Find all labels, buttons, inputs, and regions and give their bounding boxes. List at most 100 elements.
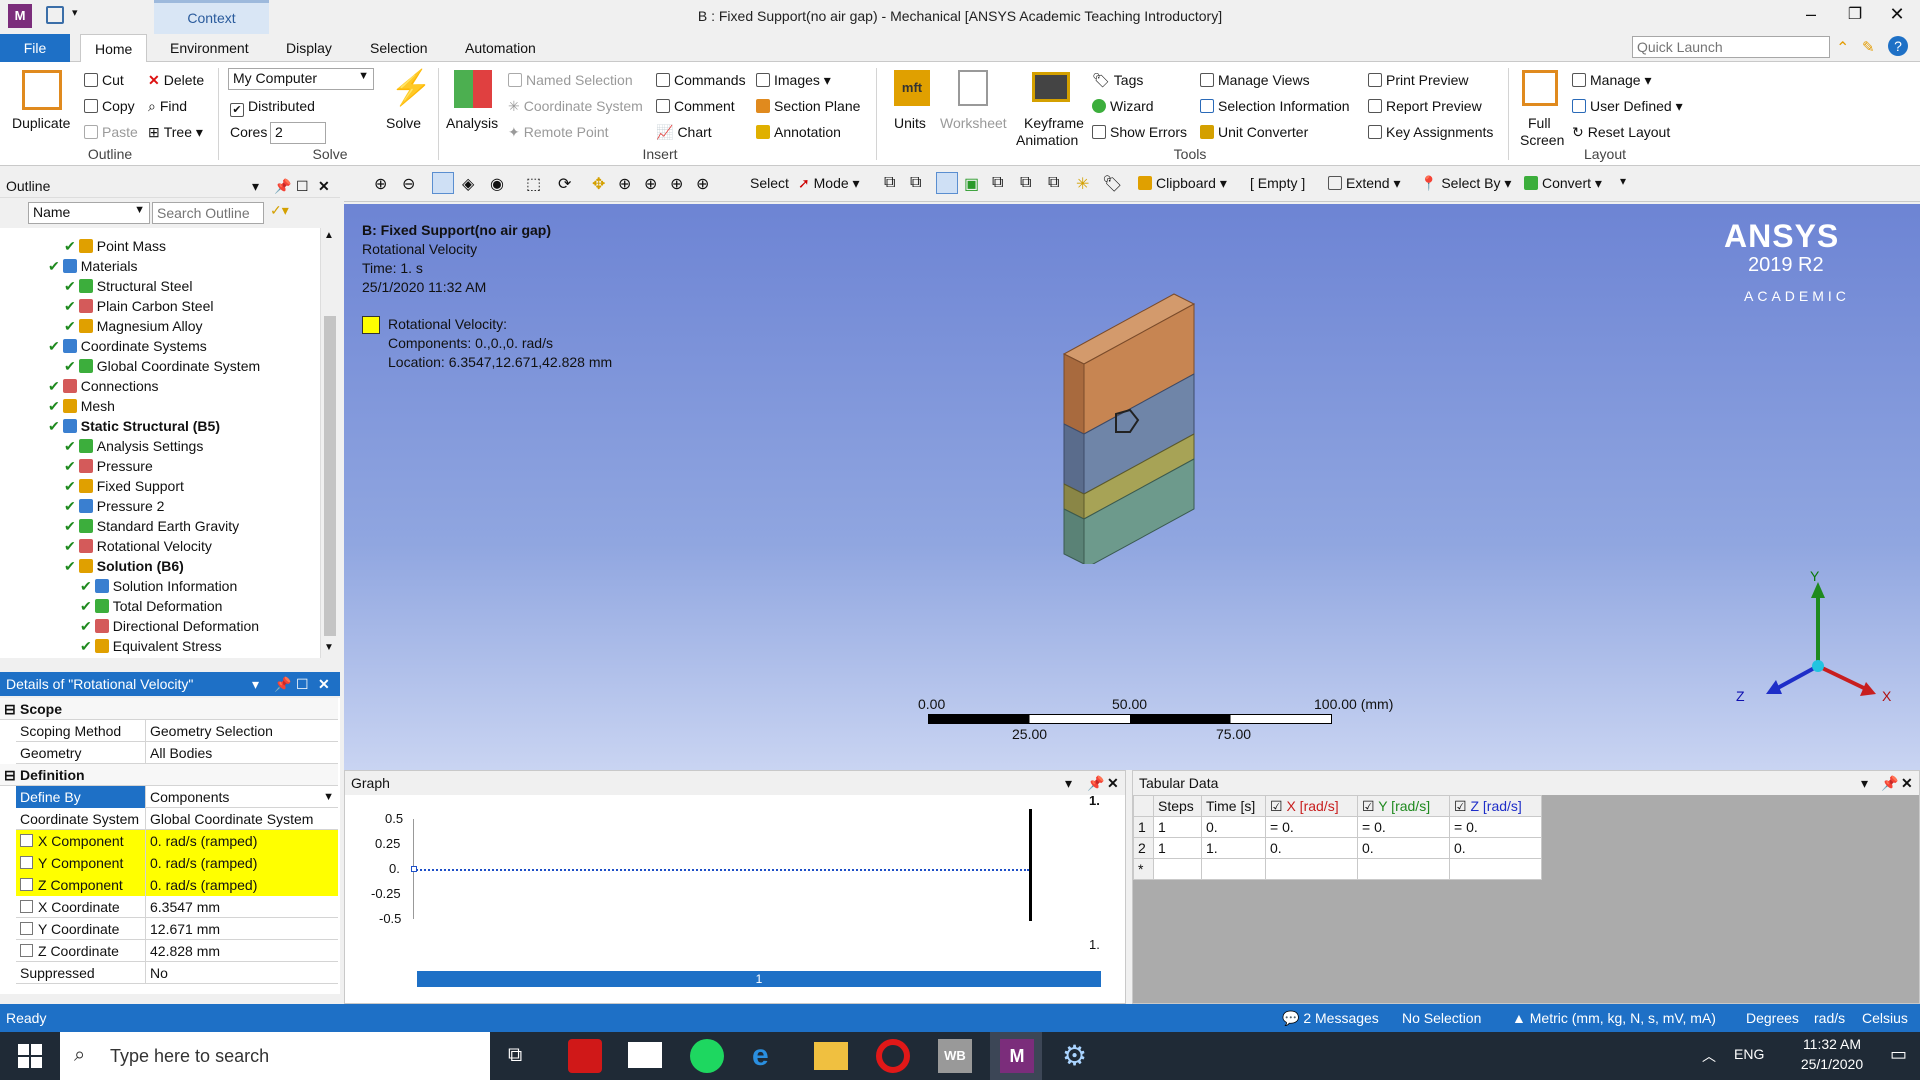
minimize-button[interactable]: –: [1796, 4, 1826, 30]
label-icon[interactable]: 🏷: [1102, 174, 1122, 194]
section-plane-button[interactable]: Section Plane: [756, 98, 860, 114]
restore-button[interactable]: ❐: [1840, 4, 1870, 30]
print-preview-button[interactable]: Print Preview: [1368, 72, 1468, 88]
details-row[interactable]: Coordinate System Global Coordinate Syste…: [16, 808, 338, 830]
key-assignments-button[interactable]: Key Assignments: [1368, 124, 1493, 140]
app-red-icon[interactable]: [568, 1039, 602, 1073]
checkbox-checked-icon[interactable]: ☑: [1270, 798, 1283, 814]
table-cell[interactable]: 1: [1153, 816, 1202, 838]
parameter-checkbox[interactable]: [20, 900, 33, 913]
define-by-select[interactable]: Components ▼: [146, 786, 338, 808]
notification-icon[interactable]: ▭: [1890, 1044, 1907, 1065]
details-row[interactable]: Scoping Method Geometry Selection: [16, 720, 338, 742]
dropdown-icon[interactable]: ▾: [1861, 771, 1868, 795]
column-header[interactable]: ☑ Z [rad/s]: [1449, 795, 1542, 817]
collapse-icon[interactable]: ⊟: [4, 764, 16, 786]
file-explorer-icon[interactable]: [814, 1042, 848, 1070]
app-icon[interactable]: M: [8, 4, 32, 28]
table-cell[interactable]: = 0.: [1265, 816, 1358, 838]
tree-item[interactable]: ✔ Total Deformation: [80, 596, 222, 616]
tags-button[interactable]: 🏷 Tags: [1092, 72, 1143, 89]
search-outline-input[interactable]: [152, 202, 264, 224]
copy-button[interactable]: Copy: [84, 98, 135, 114]
scroll-down-icon[interactable]: ▼: [324, 642, 334, 653]
tree-item[interactable]: ✔ Pressure 2: [64, 496, 164, 516]
details-row-value[interactable]: 12.671 mm: [146, 918, 338, 940]
remote-point-button[interactable]: ✦ Remote Point: [508, 124, 609, 141]
details-row[interactable]: Z Component 0. rad/s (ramped): [16, 874, 338, 896]
tree-item[interactable]: ✔ Directional Deformation: [80, 616, 259, 636]
comment-button[interactable]: Comment: [656, 98, 735, 114]
collapse-icon[interactable]: ⊟: [4, 698, 16, 720]
details-row-value[interactable]: 42.828 mm: [146, 940, 338, 962]
pan-icon[interactable]: ✥: [592, 174, 605, 194]
parameter-checkbox[interactable]: [20, 878, 33, 891]
annotation-button[interactable]: Annotation: [756, 124, 841, 140]
angle-units[interactable]: Degrees: [1746, 1004, 1799, 1032]
parameter-checkbox[interactable]: [20, 834, 33, 847]
details-row[interactable]: Y Component 0. rad/s (ramped): [16, 852, 338, 874]
scope-section[interactable]: ⊟ Scope: [0, 698, 338, 720]
tree-item[interactable]: ✔ Coordinate Systems: [48, 336, 207, 356]
qat-dropdown-icon[interactable]: ▾: [72, 6, 78, 19]
tree-item[interactable]: ✔ Fixed Support: [64, 476, 184, 496]
mechanical-icon[interactable]: M: [1000, 1039, 1034, 1073]
details-row-value[interactable]: 0. rad/s (ramped): [146, 852, 338, 874]
table-row[interactable]: 1 1 0. = 0. = 0. = 0.: [1133, 816, 1542, 838]
close-panel-icon[interactable]: ✕: [1107, 771, 1119, 795]
tab-environment[interactable]: Environment: [156, 34, 263, 62]
animation-label[interactable]: Animation: [1016, 132, 1078, 148]
pin-icon[interactable]: 📌: [1087, 771, 1104, 795]
outline-name-filter[interactable]: Name ▼: [28, 202, 150, 224]
tree-item[interactable]: ✔ Plain Carbon Steel: [64, 296, 213, 316]
select-node-icon[interactable]: ⧉: [992, 174, 1003, 192]
details-row[interactable]: Define By Components ▼: [16, 786, 338, 808]
show-errors-button[interactable]: Show Errors: [1092, 124, 1187, 140]
scroll-up-icon[interactable]: ▲: [324, 230, 334, 241]
graph-data-point[interactable]: [411, 866, 417, 872]
details-row[interactable]: Z Coordinate 42.828 mm: [16, 940, 338, 962]
column-header[interactable]: ☑ X [rad/s]: [1265, 795, 1358, 817]
reset-layout-button[interactable]: ↻ Reset Layout: [1572, 124, 1670, 141]
magnifier-window-icon[interactable]: ⊕: [696, 174, 709, 194]
messages-button[interactable]: 💬 2 Messages: [1282, 1004, 1379, 1032]
tree-item[interactable]: ✔ Static Structural (B5): [48, 416, 220, 436]
table-row[interactable]: 2 1 1. 0. 0. 0.: [1133, 837, 1542, 859]
tree-item[interactable]: ✔ Mesh: [48, 396, 115, 416]
spotify-icon[interactable]: [690, 1039, 724, 1073]
tree-item[interactable]: ✔ Pressure: [64, 456, 153, 476]
distributed-checkbox[interactable]: ✔ Distributed: [230, 98, 315, 117]
dropdown-icon[interactable]: ▾: [1065, 771, 1072, 795]
table-cell[interactable]: 0.: [1265, 837, 1358, 859]
zoom-out-icon[interactable]: ⊖: [402, 174, 415, 194]
details-row-value[interactable]: No: [146, 962, 338, 984]
outline-scrollbar[interactable]: ▲ ▼: [320, 228, 338, 658]
details-row[interactable]: Y Coordinate 12.671 mm: [16, 918, 338, 940]
tree-item[interactable]: ✔ Equivalent Stress: [80, 636, 222, 656]
box-zoom-icon[interactable]: ⊕: [644, 174, 657, 194]
computer-select[interactable]: My Computer ▼: [228, 68, 374, 90]
display-mode-icon[interactable]: ◉: [490, 174, 504, 194]
tab-selection[interactable]: Selection: [356, 34, 442, 62]
select-mode-icon[interactable]: ⬚: [526, 174, 541, 194]
table-cell[interactable]: 1.: [1201, 837, 1266, 859]
details-row-value[interactable]: 0. rad/s (ramped): [146, 830, 338, 852]
windows-start-icon[interactable]: [18, 1044, 42, 1068]
tree-item[interactable]: ✔ Solution (B6): [64, 556, 184, 576]
parameter-checkbox[interactable]: [20, 922, 33, 935]
edit-icon[interactable]: ✎: [1862, 38, 1875, 56]
maximize-icon[interactable]: ☐: [296, 174, 309, 198]
images-button[interactable]: Images ▾: [756, 72, 831, 89]
unit-converter-button[interactable]: Unit Converter: [1200, 124, 1308, 140]
tree-item[interactable]: ✔ Standard Earth Gravity: [64, 516, 239, 536]
wizard-button[interactable]: Wizard: [1092, 98, 1154, 114]
details-row[interactable]: X Coordinate 6.3547 mm: [16, 896, 338, 918]
close-panel-icon[interactable]: ✕: [318, 174, 330, 198]
convert-button[interactable]: Convert ▾: [1524, 175, 1602, 192]
arrow-up-icon[interactable]: ⌃: [1836, 38, 1849, 58]
units-status[interactable]: ▲ Metric (mm, kg, N, s, mV, mA): [1512, 1004, 1716, 1032]
column-header[interactable]: ☑ Y [rad/s]: [1357, 795, 1450, 817]
analysis-button[interactable]: Analysis: [446, 115, 498, 131]
chart-button[interactable]: 📈 Chart: [656, 124, 712, 141]
named-selection-button[interactable]: Named Selection: [508, 72, 633, 88]
